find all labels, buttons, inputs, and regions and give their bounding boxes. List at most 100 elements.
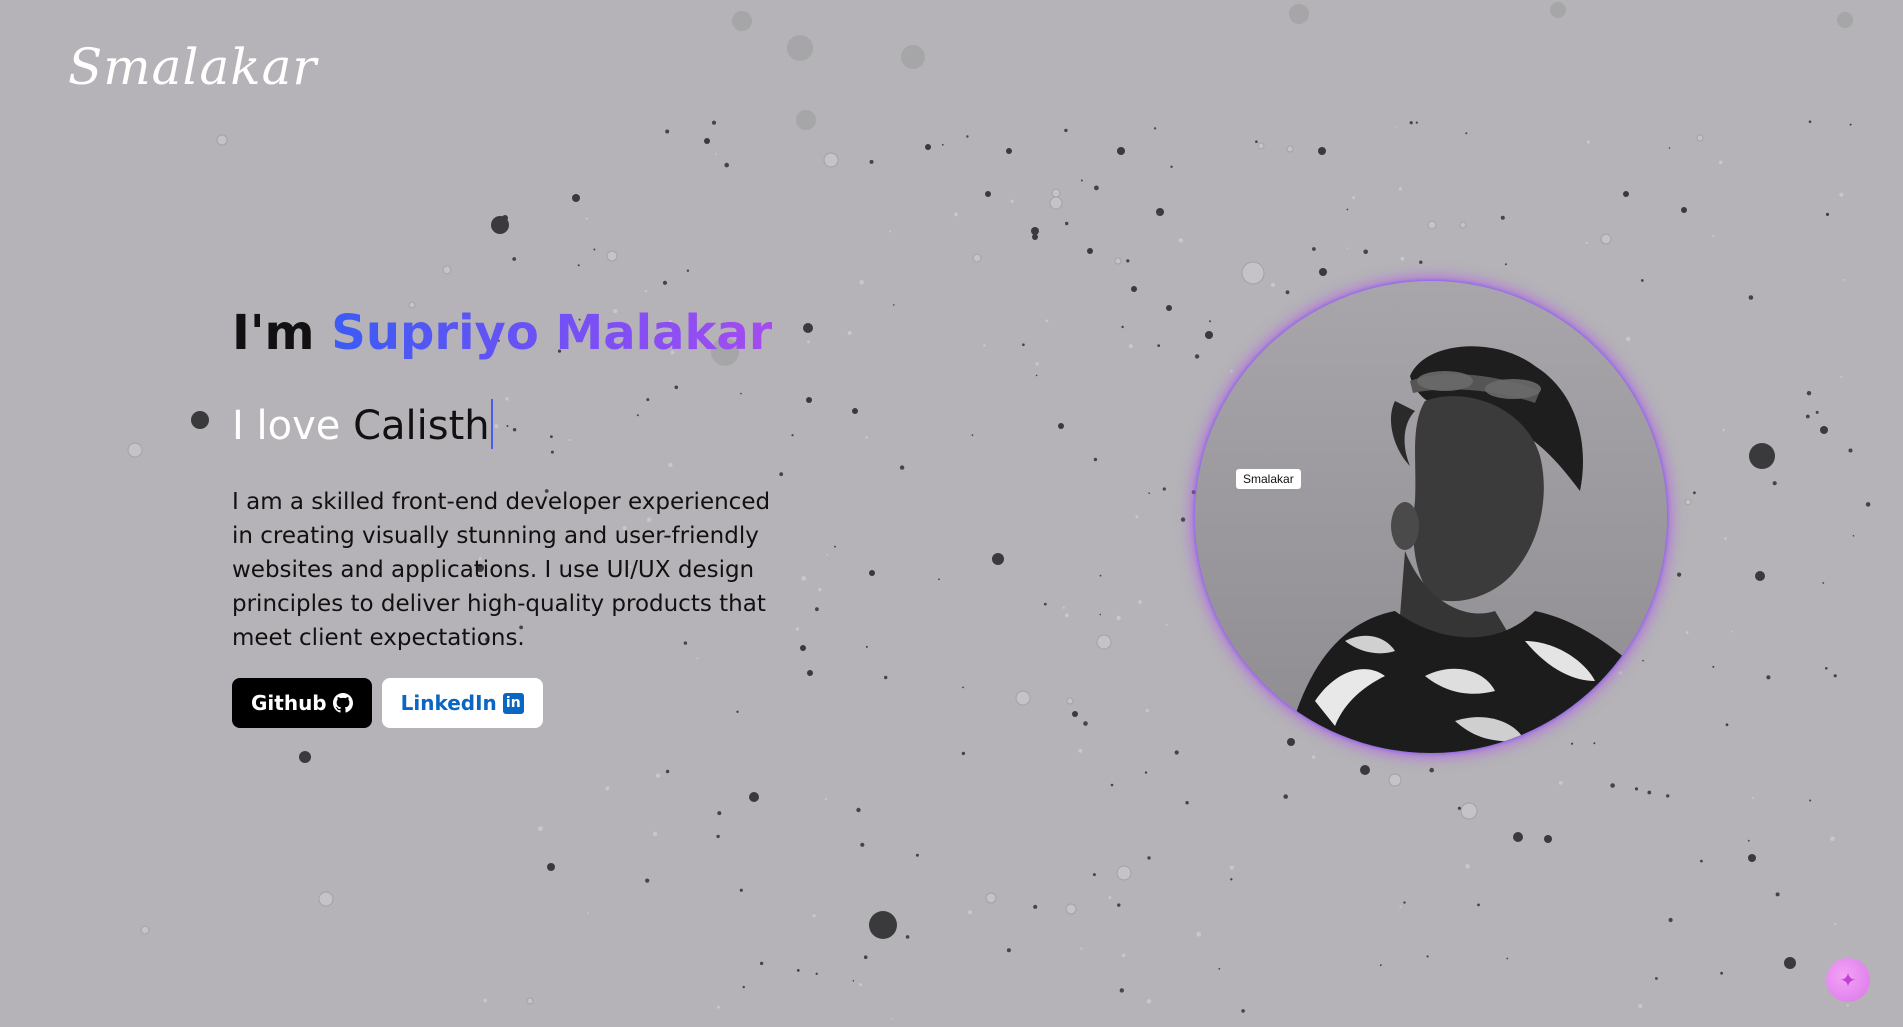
particle-dot (1006, 148, 1012, 154)
particle-dot (1166, 305, 1172, 311)
particle-speck (585, 217, 588, 220)
particle-speck (1116, 615, 1121, 621)
particle-speck (1117, 903, 1121, 907)
particle-speck (1230, 369, 1233, 373)
sparkle-icon: ✦ (1839, 968, 1857, 992)
particle-speck (860, 842, 865, 847)
particle-speck (1465, 132, 1468, 135)
linkedin-button[interactable]: LinkedIn in (381, 678, 543, 728)
particle-speck (1722, 428, 1725, 432)
particle-speck (1092, 873, 1096, 877)
particle-speck (1064, 128, 1068, 133)
particle-speck (1185, 801, 1189, 805)
particle-speck (1852, 535, 1855, 537)
particle-speck (1043, 602, 1047, 606)
particle-speck (1730, 630, 1733, 633)
particle-speck (1403, 901, 1406, 904)
particle-dot (803, 323, 813, 333)
particle-ring (985, 892, 997, 904)
particle-speck (1718, 160, 1723, 165)
particle-speck (1398, 187, 1402, 191)
particle-ring (1388, 773, 1402, 787)
particle-speck (587, 912, 589, 914)
particle-speck (1196, 932, 1202, 937)
particle-dot (852, 408, 858, 414)
typed-prefix: I love (232, 403, 341, 449)
particle-speck (1825, 212, 1830, 216)
particle-speck (865, 436, 868, 439)
particle-speck (1693, 491, 1696, 495)
hero-section: I'm Supriyo Malakar I love Calisth I am … (232, 305, 792, 728)
particle-speck (1065, 613, 1069, 618)
particle-speck (1725, 723, 1729, 727)
particle-speck (742, 985, 745, 989)
particle-speck (1677, 572, 1682, 577)
particle-dot (191, 411, 209, 429)
particle-speck (889, 230, 892, 233)
particle-speck (1346, 247, 1349, 250)
particle-speck (1147, 856, 1151, 860)
particle-speck (954, 212, 958, 217)
particle-ring (442, 265, 452, 275)
particle-ring (1257, 142, 1265, 150)
particle-speck (1655, 977, 1658, 980)
particle-speck (1180, 517, 1186, 522)
particle-speck (1642, 659, 1644, 662)
particle-speck (869, 159, 874, 164)
particle-ring (1066, 697, 1074, 705)
particle-speck (834, 545, 836, 548)
particle-speck (1126, 259, 1130, 263)
particle-speck (856, 807, 861, 813)
particle-speck (1363, 249, 1368, 255)
particle-dot (1072, 711, 1078, 717)
particle-speck (1218, 967, 1221, 970)
particle-speck (1080, 947, 1083, 950)
particle-speck (1065, 221, 1069, 226)
particle-dot (807, 670, 813, 676)
typed-line: I love Calisth (232, 399, 792, 449)
particle-speck (796, 969, 800, 972)
particle-speck (801, 576, 807, 581)
profile-avatar (1195, 281, 1667, 753)
particle-speck (1685, 631, 1689, 634)
particle-speck (1062, 606, 1065, 609)
particle-speck (717, 811, 722, 816)
particle-speck (1822, 582, 1825, 584)
particle-speck (1625, 336, 1631, 342)
particle-speck (1145, 708, 1149, 713)
particle-dot (1749, 443, 1775, 469)
particle-speck (1720, 971, 1723, 975)
linkedin-button-label: LinkedIn (400, 691, 497, 715)
particle-speck (1865, 502, 1871, 507)
particle-speck (1634, 787, 1639, 791)
sparkle-fab-button[interactable]: ✦ (1826, 958, 1870, 1002)
particle-speck (884, 675, 888, 680)
typing-cursor (490, 399, 493, 449)
particle-blur (1550, 2, 1566, 18)
github-button[interactable]: Github (232, 678, 372, 728)
particle-speck (686, 269, 690, 272)
avatar-tooltip: Smalakar (1236, 469, 1301, 489)
particle-speck (818, 588, 822, 592)
particle-dot (992, 553, 1004, 565)
particle-ring (972, 253, 982, 263)
particle-ring (216, 134, 228, 146)
particle-ring (1286, 145, 1294, 153)
particle-speck (1426, 955, 1429, 958)
particle-speck (1775, 892, 1780, 897)
particle-ring (1096, 634, 1112, 650)
particle-speck (1843, 278, 1846, 281)
particle-speck (1506, 957, 1509, 960)
site-logo[interactable]: Smalakar (68, 38, 317, 96)
particle-speck (1465, 864, 1470, 869)
hero-name: Supriyo Malakar (331, 305, 773, 361)
particle-speck (711, 120, 717, 125)
particle-speck (1815, 410, 1819, 414)
particle-speck (1121, 953, 1126, 958)
particle-speck (1229, 865, 1234, 870)
particle-speck (1135, 515, 1139, 519)
particle-speck (1110, 783, 1114, 787)
particle-ring (1114, 257, 1122, 265)
particle-ring (1427, 220, 1437, 230)
particle-speck (1805, 414, 1810, 419)
